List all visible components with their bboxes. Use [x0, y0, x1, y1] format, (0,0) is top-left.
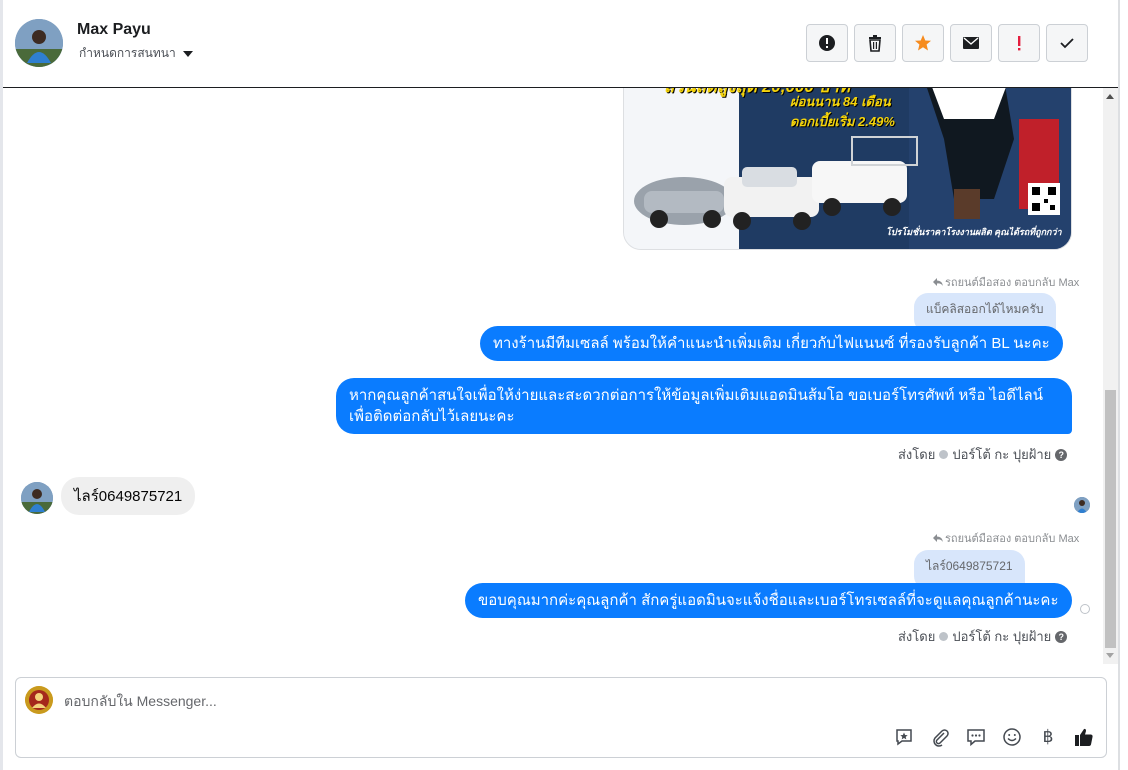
sent-status-icon — [1080, 604, 1090, 614]
reply-context: รถยนต์มือสอง ตอบกลับ Max — [933, 273, 1079, 291]
message-thread[interactable]: ส่วนลดสูงสุด 20,000 บาท ผ่อนนาน 84 เดือน… — [3, 88, 1103, 664]
contact-avatar-small[interactable] — [21, 482, 53, 514]
star-icon — [915, 35, 931, 51]
emoji-button[interactable] — [1000, 725, 1024, 749]
baht-icon: ฿ — [1042, 727, 1054, 747]
sent-by-name[interactable]: ปอร์โต้ กะ ปุยฝ้าย — [952, 626, 1051, 647]
thread-scrollbar[interactable] — [1103, 88, 1118, 664]
sent-by-info: ส่งโดย ปอร์โต้ กะ ปุยฝ้าย ? — [898, 626, 1068, 647]
assign-conversation-dropdown[interactable]: กำหนดการสนทนา — [79, 44, 194, 63]
saved-reply-icon — [896, 729, 912, 746]
help-icon[interactable]: ? — [1055, 448, 1068, 461]
thumbs-up-icon — [1075, 728, 1093, 746]
contact-avatar[interactable] — [15, 19, 63, 67]
contact-name[interactable]: Max Payu — [77, 21, 151, 39]
header-actions — [806, 24, 1088, 62]
attach-file-button[interactable] — [928, 725, 952, 749]
mark-spam-button[interactable] — [998, 24, 1040, 62]
reply-arrow-icon — [933, 534, 943, 542]
like-button[interactable] — [1072, 725, 1096, 749]
sent-by-label: ส่งโดย — [898, 447, 936, 462]
verified-dot-icon — [939, 632, 949, 641]
exclamation-icon — [1018, 36, 1021, 51]
scrollbar-thumb[interactable] — [1105, 390, 1116, 648]
envelope-icon — [963, 37, 979, 49]
caret-down-icon — [182, 50, 193, 57]
composer-tools: ฿ — [892, 725, 1096, 749]
sent-by-label: ส่งโดย — [898, 629, 936, 644]
incoming-message[interactable]: ไลร์0649875721 — [61, 477, 196, 515]
outgoing-message[interactable]: หากคุณลูกค้าสนใจเพื่อให้ง่ายและสะดวกต่อก… — [336, 378, 1072, 434]
delete-button[interactable] — [854, 24, 896, 62]
assign-conversation-label: กำหนดการสนทนา — [79, 46, 176, 60]
mark-done-button[interactable] — [1046, 24, 1088, 62]
outgoing-message[interactable]: ทางร้านมีทีมเซลล์ พร้อมให้คำแนะนำเพิ่มเต… — [480, 326, 1063, 361]
reply-context-label: รถยนต์มือสอง ตอบกลับ Max — [945, 533, 1080, 545]
help-icon[interactable]: ? — [1055, 630, 1068, 643]
verified-dot-icon — [939, 450, 949, 459]
seen-avatar — [1074, 497, 1090, 513]
conversation-header: Max Payu กำหนดการสนทนา — [3, 0, 1118, 88]
right-border — [1118, 0, 1120, 770]
ad-line-installments: ผ่อนนาน 84 เดือน — [790, 94, 891, 109]
report-button[interactable] — [806, 24, 848, 62]
message-composer: ฿ — [15, 677, 1107, 758]
sent-by-info: ส่งโดย ปอร์โต้ กะ ปุยฝ้าย ? — [898, 444, 1068, 465]
reply-arrow-icon — [933, 278, 943, 286]
payment-button[interactable]: ฿ — [1036, 725, 1060, 749]
saved-reply-button[interactable] — [892, 725, 916, 749]
chat-bubble-icon — [967, 729, 985, 747]
reply-input[interactable] — [64, 691, 764, 711]
star-button[interactable] — [902, 24, 944, 62]
check-icon — [1060, 38, 1074, 49]
reply-context: รถยนต์มือสอง ตอบกลับ Max — [933, 529, 1079, 547]
outgoing-message[interactable]: ขอบคุณมากค่ะคุณลูกค้า สักครู่แอดมินจะแจ้… — [465, 583, 1072, 618]
chat-actions-button[interactable] — [964, 725, 988, 749]
exclamation-circle-icon — [819, 35, 835, 51]
emoji-icon — [1003, 728, 1021, 746]
scroll-up-arrow-icon[interactable] — [1106, 94, 1114, 99]
reply-context-label: รถยนต์มือสอง ตอบกลับ Max — [945, 277, 1080, 289]
mark-unread-button[interactable] — [950, 24, 992, 62]
shared-ad-image[interactable]: ส่วนลดสูงสุด 20,000 บาท ผ่อนนาน 84 เดือน… — [623, 88, 1072, 250]
page-avatar — [25, 686, 53, 714]
ad-line-interest: ดอกเบี้ยเริ่ม 2.49% — [790, 114, 895, 129]
sent-by-name[interactable]: ปอร์โต้ กะ ปุยฝ้าย — [952, 444, 1051, 465]
inbox-conversation-view: Max Payu กำหนดการสนทนา ผ่อนนาน 84 เดือน … — [0, 0, 1128, 770]
attachment-icon — [933, 729, 949, 747]
trash-icon — [869, 35, 881, 52]
scroll-down-arrow-icon[interactable] — [1106, 653, 1114, 658]
ad-footer-text: โปรโมชั่นราคาโรงงานผลิต คุณได้รถที่ถูกกว… — [886, 227, 1062, 237]
